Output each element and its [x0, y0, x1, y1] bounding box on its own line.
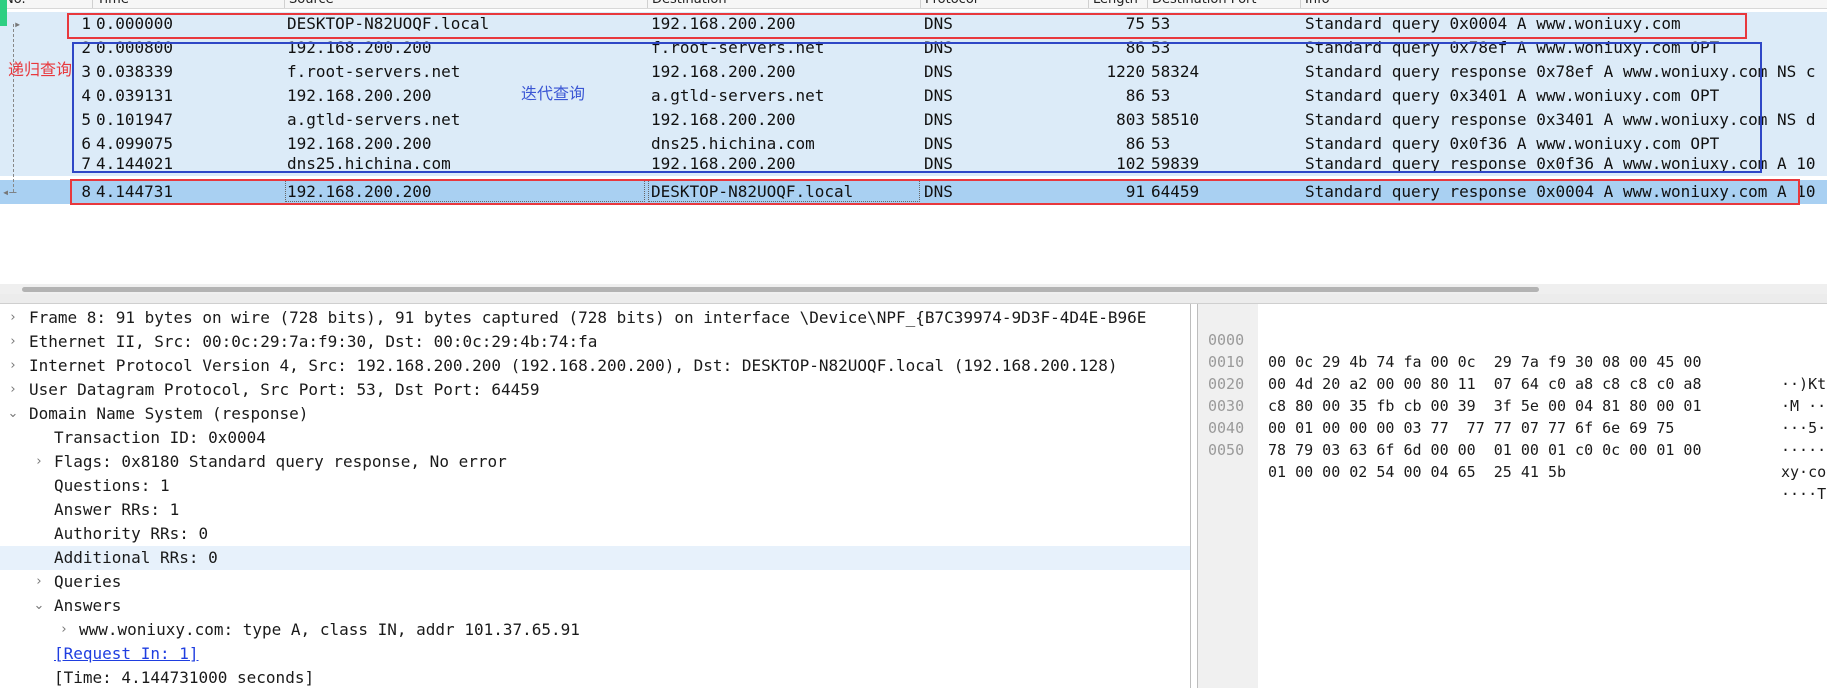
expand-arrow-icon[interactable]: › — [6, 330, 20, 354]
hex-row[interactable]: 0050 01 00 00 02 54 00 04 65 25 41 5b ··… — [1198, 417, 1827, 503]
tree-row-label: [Time: 4.144731000 seconds] — [54, 668, 315, 687]
collapse-arrow-icon[interactable]: ⌄ — [6, 402, 20, 426]
hex-row[interactable]: 0030 00 01 00 00 00 03 77 77 77 07 77 6f… — [1198, 373, 1827, 459]
tree-row-label: Ethernet II, Src: 00:0c:29:7a:f9:30, Dst… — [29, 332, 598, 351]
iterative-query-box — [72, 42, 1762, 173]
expand-arrow-icon[interactable]: › — [6, 354, 20, 378]
packet-details-pane[interactable]: › Frame 8: 91 bytes on wire (728 bits), … — [0, 304, 1191, 688]
scrollbar-thumb[interactable] — [22, 287, 1539, 292]
tree-row-answer-record[interactable]: › www.woniuxy.com: type A, class IN, add… — [0, 618, 1190, 642]
tree-row-request-in[interactable]: [Request In: 1] — [0, 642, 1190, 666]
expand-arrow-icon[interactable]: › — [32, 570, 46, 594]
column-header-source[interactable]: Source — [284, 0, 647, 8]
tree-row-label: User Datagram Protocol, Src Port: 53, Ds… — [29, 380, 540, 399]
tree-row-answers[interactable]: ⌄ Answers — [0, 594, 1190, 618]
packet-list-header: No. Time Source Destination Protocol Len… — [0, 0, 1827, 9]
hex-ascii[interactable]: ····T — [1781, 483, 1826, 505]
column-header-no[interactable]: No. — [0, 0, 92, 8]
tree-row-label: Additional RRs: 0 — [54, 548, 218, 567]
expand-arrow-icon[interactable]: › — [57, 618, 71, 642]
tree-row-time[interactable]: [Time: 4.144731000 seconds] — [0, 666, 1190, 688]
tree-row-label: Answer RRs: 1 — [54, 500, 180, 519]
hex-offset: 0050 — [1208, 441, 1245, 459]
request-in-link[interactable]: [Request In: 1] — [54, 642, 199, 666]
packet-list-horizontal-scrollbar[interactable] — [0, 284, 1827, 294]
tree-row-dns[interactable]: ⌄ Domain Name System (response) — [0, 402, 1190, 426]
tree-row-flags[interactable]: › Flags: 0x8180 Standard query response,… — [0, 450, 1190, 474]
tree-row-label: Transaction ID: 0x0004 — [54, 428, 266, 447]
hex-row[interactable]: 0020 c8 80 00 35 fb cb 00 39 3f 5e 00 04… — [1198, 351, 1827, 437]
tree-row-additional-rrs[interactable]: Additional RRs: 0 — [0, 546, 1190, 570]
expand-arrow-icon[interactable]: › — [32, 450, 46, 474]
hex-row[interactable]: 0000 00 0c 29 4b 74 fa 00 0c 29 7a f9 30… — [1198, 307, 1827, 393]
tree-row-queries[interactable]: › Queries — [0, 570, 1190, 594]
coloring-marker — [0, 0, 7, 26]
tree-row-label: Flags: 0x8180 Standard query response, N… — [54, 452, 507, 471]
hex-row[interactable]: 0040 78 79 03 63 6f 6d 00 00 01 00 01 c0… — [1198, 395, 1827, 481]
related-packet-line — [13, 24, 14, 192]
tree-row-frame[interactable]: › Frame 8: 91 bytes on wire (728 bits), … — [0, 306, 1190, 330]
tree-row-questions[interactable]: Questions: 1 — [0, 474, 1190, 498]
tree-row-label: Questions: 1 — [54, 476, 170, 495]
tree-row-label: Internet Protocol Version 4, Src: 192.16… — [29, 356, 1118, 375]
tree-row-label: Answers — [54, 596, 122, 615]
tree-row-udp[interactable]: › User Datagram Protocol, Src Port: 53, … — [0, 378, 1190, 402]
expand-arrow-icon[interactable]: › — [6, 378, 20, 402]
recursive-query-box-request — [67, 13, 1747, 39]
pane-splitter[interactable] — [0, 294, 1827, 304]
column-header-time[interactable]: Time — [92, 0, 284, 8]
tree-row-label: Authority RRs: 0 — [54, 524, 209, 543]
tree-row-label: Queries — [54, 572, 122, 591]
tree-row-transaction-id[interactable]: Transaction ID: 0x0004 — [0, 426, 1190, 450]
tree-row-label: Domain Name System (response) — [29, 404, 309, 423]
tree-row-answer-rrs[interactable]: Answer RRs: 1 — [0, 498, 1190, 522]
request-arrow-icon: ▸ — [14, 17, 22, 31]
collapse-arrow-icon[interactable]: ⌄ — [32, 594, 46, 618]
packet-bytes-pane[interactable]: 0000 00 0c 29 4b 74 fa 00 0c 29 7a f9 30… — [1197, 304, 1827, 688]
column-header-protocol[interactable]: Protocol — [920, 0, 1088, 8]
tree-row-ipv4[interactable]: › Internet Protocol Version 4, Src: 192.… — [0, 354, 1190, 378]
hex-bytes[interactable]: 78 79 03 63 6f 6d 00 00 01 00 01 c0 0c 0… — [1268, 439, 1701, 461]
tree-row-ethernet[interactable]: › Ethernet II, Src: 00:0c:29:7a:f9:30, D… — [0, 330, 1190, 354]
tree-row-authority-rrs[interactable]: Authority RRs: 0 — [0, 522, 1190, 546]
recursive-query-box-response — [70, 179, 1800, 205]
hex-ascii[interactable]: ····· — [1781, 439, 1826, 461]
tree-row-label: www.woniuxy.com: type A, class IN, addr … — [79, 620, 580, 639]
iterative-query-label: 迭代查询 — [521, 84, 586, 103]
column-header-length[interactable]: Length — [1088, 0, 1147, 8]
response-arrow-icon: ◂— — [2, 185, 17, 199]
column-header-info[interactable]: Info — [1300, 0, 1827, 8]
expand-arrow-icon[interactable]: › — [6, 306, 20, 330]
recursive-query-label: 递归查询 — [8, 60, 73, 79]
hex-row[interactable]: 0010 00 4d 20 a2 00 00 80 11 07 64 c0 a8… — [1198, 329, 1827, 415]
column-header-destination[interactable]: Destination — [647, 0, 920, 8]
hex-bytes[interactable]: 01 00 00 02 54 00 04 65 25 41 5b — [1268, 461, 1566, 483]
tree-row-label: Frame 8: 91 bytes on wire (728 bits), 91… — [29, 308, 1147, 327]
column-header-destination-port[interactable]: Destination Port — [1147, 0, 1300, 8]
hex-ascii[interactable]: xy·co — [1781, 461, 1826, 483]
packet-list[interactable]: No. Time Source Destination Protocol Len… — [0, 0, 1827, 284]
